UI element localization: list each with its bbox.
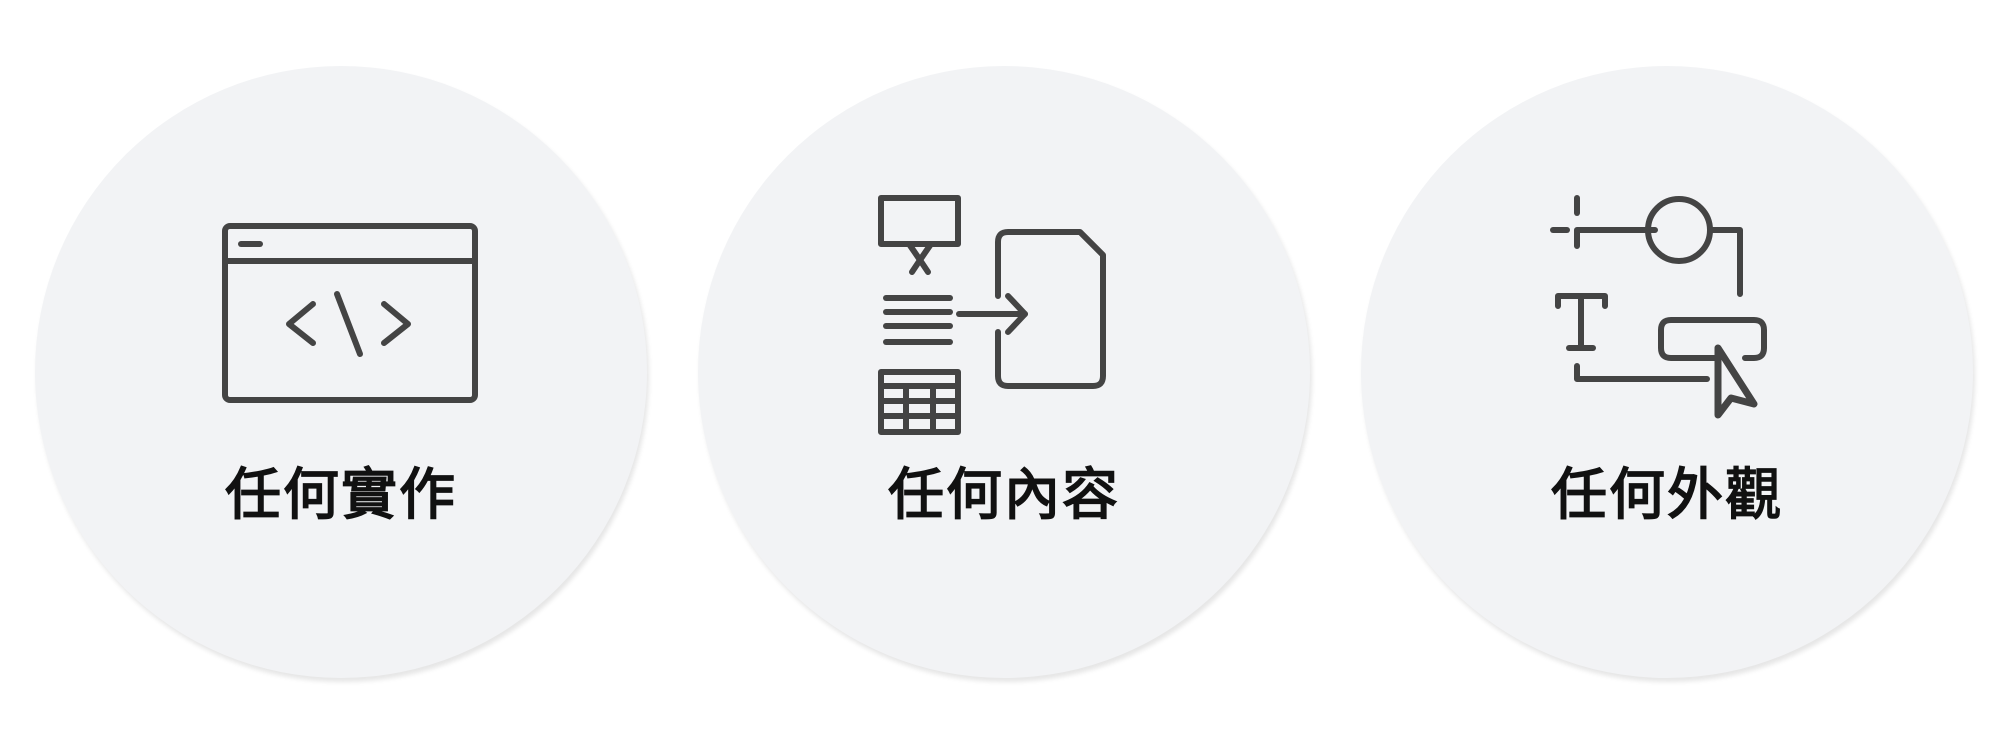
- code-window-icon: [191, 186, 491, 446]
- design-layout-icon: [1517, 186, 1817, 446]
- feature-label-appearance: 任何外觀: [1551, 463, 1783, 528]
- content-import-icon: [854, 186, 1154, 446]
- feature-card-content: 任何內容: [698, 66, 1310, 678]
- feature-card-appearance: 任何外觀: [1361, 66, 1973, 678]
- feature-label-content: 任何內容: [888, 463, 1120, 528]
- feature-label-implementation: 任何實作: [225, 463, 457, 528]
- feature-card-implementation: 任何實作: [35, 66, 647, 678]
